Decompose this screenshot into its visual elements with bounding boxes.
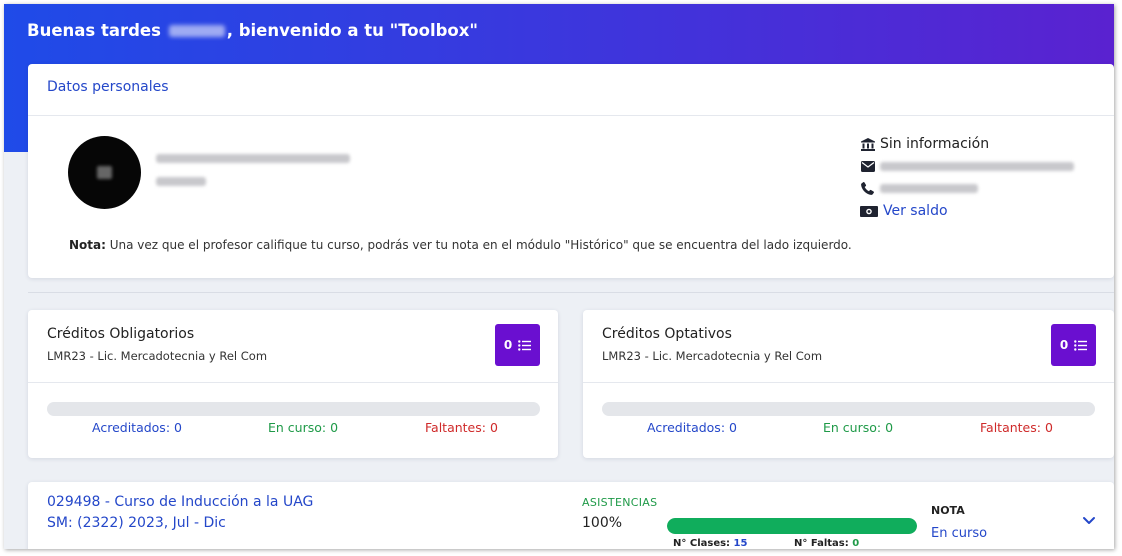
classes-count: N° Clases: 15: [673, 538, 747, 549]
personal-data-card: Datos personales Sin información Ver sal…: [28, 64, 1114, 278]
redacted-id: [156, 177, 206, 186]
bank-icon: [860, 137, 875, 151]
attendance-label: ASISTENCIAS: [582, 496, 658, 509]
money-icon: [860, 204, 878, 218]
avatar-image: [97, 166, 112, 179]
redacted-name: [168, 25, 225, 37]
redacted-email: [880, 161, 1074, 171]
redacted-phone: [880, 183, 978, 193]
credits-progress-bar: [47, 402, 540, 416]
institution-text: Sin información: [880, 136, 990, 152]
absences-label: N° Faltas:: [794, 538, 853, 549]
credits-accredited: Acreditados: 0: [647, 420, 737, 435]
credits-program: LMR23 - Lic. Mercadotecnia y Rel Com: [47, 349, 268, 363]
chevron-down-icon[interactable]: [1081, 514, 1097, 528]
attendance-value: 100%: [582, 515, 623, 531]
credits-list-button[interactable]: 0: [495, 324, 540, 366]
attendance-bar: [667, 518, 917, 534]
note-text: Nota: Una vez que el profesor califique …: [69, 238, 852, 252]
grade-value: En curso: [931, 526, 988, 541]
credits-progress-bar: [602, 402, 1095, 416]
attendance-bar-fill: [667, 518, 917, 534]
avatar: [68, 136, 141, 209]
list-icon: [1074, 339, 1088, 351]
card-separator: [583, 382, 1114, 383]
credits-count: 0: [1059, 338, 1069, 352]
phone-icon: [860, 181, 875, 195]
credits-program: LMR23 - Lic. Mercadotecnia y Rel Com: [602, 349, 823, 363]
classes-label: N° Clases:: [673, 538, 734, 549]
envelope-icon: [860, 159, 875, 173]
credits-in-progress: En curso: 0: [268, 420, 339, 435]
course-row[interactable]: 029498 - Curso de Inducción a la UAG SM:…: [28, 482, 1114, 549]
credits-accredited: Acreditados: 0: [92, 420, 182, 435]
credits-title: Créditos Optativos: [602, 326, 732, 342]
greeting-text: Buenas tardes , bienvenido a tu "Toolbox…: [27, 21, 478, 40]
institution-row: Sin información: [860, 134, 989, 154]
optional-credits-card: Créditos Optativos LMR23 - Lic. Mercadot…: [583, 310, 1114, 458]
course-name[interactable]: 029498 - Curso de Inducción a la UAG: [47, 494, 313, 510]
credits-title: Créditos Obligatorios: [47, 326, 195, 342]
note-body: Una vez que el profesor califique tu cur…: [105, 238, 852, 252]
classes-value: 15: [733, 538, 748, 549]
greeting-prefix: Buenas tardes: [27, 21, 161, 40]
course-period: SM: (2322) 2023, Jul - Dic: [47, 515, 226, 531]
section-divider: [28, 292, 1114, 293]
phone-row: [860, 178, 978, 198]
grade-label: NOTA: [931, 504, 965, 517]
personal-data-title: Datos personales: [28, 64, 1114, 116]
note-label: Nota:: [69, 238, 106, 252]
card-separator: [28, 382, 558, 383]
mandatory-credits-card: Créditos Obligatorios LMR23 - Lic. Merca…: [28, 310, 558, 458]
list-icon: [518, 339, 532, 351]
credits-missing: Faltantes: 0: [980, 420, 1053, 435]
balance-row[interactable]: Ver saldo: [860, 201, 948, 221]
credits-in-progress: En curso: 0: [823, 420, 894, 435]
absences-count: N° Faltas: 0: [794, 538, 859, 549]
app-window: Buenas tardes , bienvenido a tu "Toolbox…: [4, 4, 1114, 549]
email-row: [860, 156, 1074, 176]
see-balance-link[interactable]: Ver saldo: [883, 203, 948, 219]
redacted-fullname: [156, 154, 350, 163]
absences-value: 0: [852, 538, 860, 549]
greeting-suffix: , bienvenido a tu "Toolbox": [226, 21, 478, 40]
credits-list-button[interactable]: 0: [1051, 324, 1096, 366]
credits-missing: Faltantes: 0: [425, 420, 498, 435]
credits-count: 0: [503, 338, 513, 352]
